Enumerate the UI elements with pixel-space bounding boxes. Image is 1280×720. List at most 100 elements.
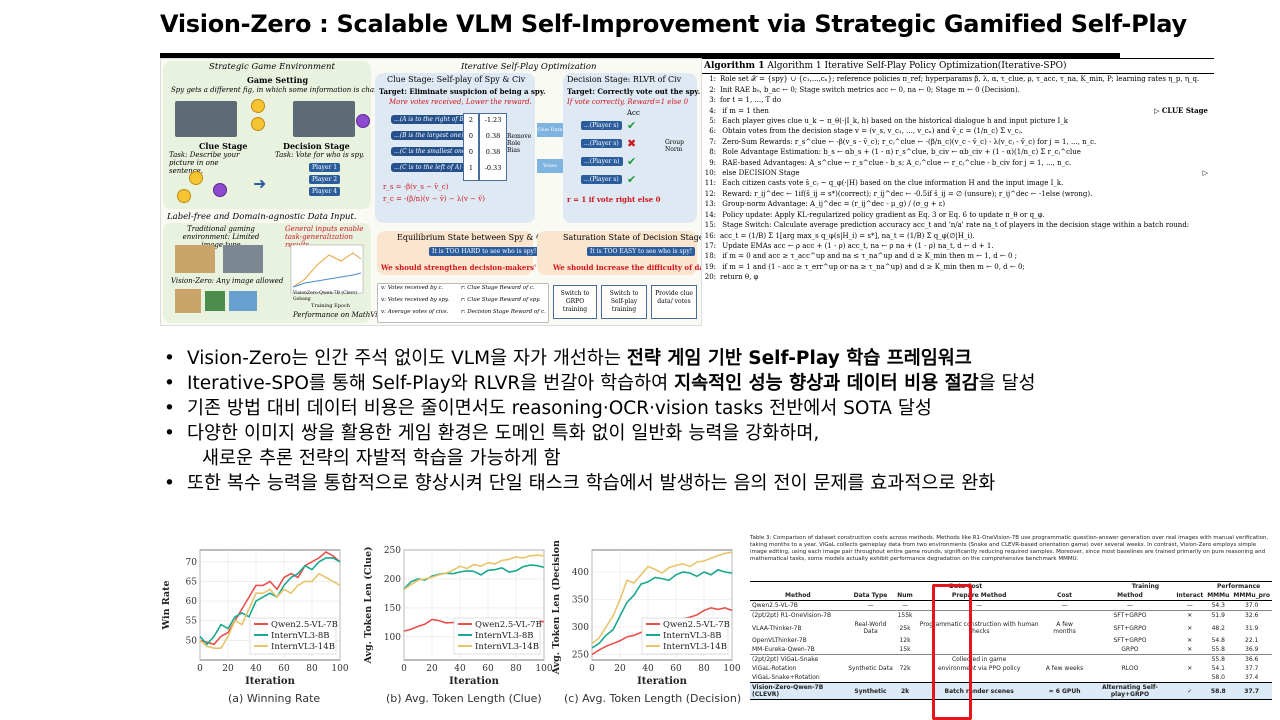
table-cell: 48.2 — [1211, 624, 1225, 632]
table-row: (2pt/2pt) ViGaL-Snake Collected in game 55… — [750, 654, 1272, 664]
table-cell: ✕ — [1174, 610, 1206, 620]
cost-highlight-box — [932, 584, 972, 720]
arrow-right-icon: ➜ — [253, 174, 267, 193]
table-cell: Qwen2.5-VL-7B — [750, 600, 846, 611]
votes-arrow: Votes — [537, 159, 563, 173]
sat-msg: It is TOO EASY to see who is spy! — [587, 247, 696, 256]
switch-grpo-box: Switch to GRPO training — [553, 285, 597, 319]
cost-comparison-table: Table 3: Comparison of dataset construct… — [748, 533, 1276, 715]
table-cell: 36.9 — [1245, 646, 1259, 653]
table-cell: A few weeks — [1045, 665, 1084, 672]
table-cell: 51.9 — [1205, 610, 1232, 620]
x-tick-label: 20 — [222, 664, 234, 674]
table-cell: ✓ — [1174, 682, 1206, 700]
cross-icon: ✖ — [627, 137, 637, 150]
chart-a-caption: (a) Winning Rate — [228, 692, 321, 705]
table-cell: — — [845, 600, 896, 611]
player-vote: ...(Player s) — [581, 175, 622, 184]
table-caption: Table 3: Comparison of dataset construct… — [750, 535, 1269, 562]
rc-column: -1.23 0.38 0.38 -0.33 — [479, 113, 507, 181]
table-cell: 37.4 — [1245, 674, 1259, 681]
x-tick-label: 0 — [197, 664, 203, 674]
legend-label: InternVL3-14B — [663, 642, 727, 652]
table-cell: 72k — [899, 665, 911, 672]
table-cell: 25k — [899, 624, 911, 632]
gobang-board-icon — [175, 245, 215, 273]
table-cell: 31.9 — [1245, 624, 1259, 632]
env-title: Strategic Game Environment — [209, 62, 335, 72]
bullet-dot: • — [164, 423, 175, 444]
player-emoji — [251, 117, 265, 131]
player-box: Player 4 — [309, 187, 341, 196]
y-tick-label: 70 — [186, 558, 198, 568]
legend-item: v: Votes received by c. — [381, 285, 444, 291]
x-tick-label: 100 — [331, 664, 348, 674]
table-cell: 55.8 — [1211, 646, 1225, 653]
table-cell: 37.7 — [1245, 665, 1259, 672]
table-cell — [1086, 673, 1175, 683]
table-cell: ✕ — [1187, 665, 1193, 672]
table-cell: 58.0 — [1211, 674, 1225, 681]
table-cell: SFT+GRPO — [1085, 610, 1175, 620]
bullet-item: • 기존 방법 대비 데이터 비용은 줄이면서도 reasoning·OCR·vi… — [164, 398, 932, 419]
winning-rate-chart: 50 55 60 65 70 0 20 40 60 80 100 Iteration Win Rate Q… — [161, 549, 349, 687]
bullet-item: • 다양한 이미지 쌍을 활용한 게임 환경은 도메인 특화 없이 일반화 능력을… — [164, 423, 820, 444]
x-axis-label: Iteration — [449, 676, 499, 687]
algorithm-line: 20: return θ, φ — [704, 273, 759, 282]
y-tick-label: 200 — [384, 575, 401, 585]
table-cell — [1044, 636, 1086, 645]
algorithm-line: 18: if m = 0 and acc ≥ τ_acc^up and na ≤… — [704, 252, 1018, 261]
algorithm-line: 13: Group-norm Advantage: A_ij^dec = (r_… — [704, 200, 946, 209]
table-cell — [846, 636, 896, 645]
player-emoji — [189, 171, 203, 185]
player-emoji — [251, 99, 265, 113]
clue-item: ...(C is to the left of A) — [391, 163, 465, 172]
legend-label: InternVL3-14B — [475, 642, 539, 652]
player-emoji — [177, 189, 191, 203]
x-tick-label: 0 — [589, 664, 595, 674]
x-axis-label: Iteration — [245, 676, 295, 687]
table-cell: OpenVLThinker-7B — [752, 637, 807, 644]
table-cell: 2k — [895, 682, 915, 700]
y-tick-label: 250 — [384, 546, 401, 556]
eq-title: Equilibrium State between Spy & Civ — [397, 233, 550, 242]
y-axis-label: Avg. Token Len (Decision) — [551, 540, 562, 675]
table-row: ViGaL-Rotation Synthetic Data 72k environme… — [750, 664, 1272, 673]
table-cell: VLAA-Thinker-7B — [752, 624, 802, 632]
table-cell: 32.6 — [1231, 610, 1272, 620]
table-cell: Vision-Zero-Qwen-7B (CLEVR) — [750, 682, 846, 700]
x-tick-label: 20 — [614, 664, 626, 674]
table-cell — [1043, 610, 1086, 620]
legend-item: v: Votes received by spy. — [381, 297, 449, 303]
legend-label: Qwen2.5-VL-7B — [271, 620, 338, 630]
y-tick-label: 300 — [572, 623, 589, 633]
table-cell: 54.3 — [1205, 600, 1232, 611]
table-cell — [1043, 654, 1086, 664]
table-cell — [1085, 654, 1175, 664]
table-cell: (2pt/2pt) ViGaL-Snake — [750, 654, 846, 664]
bullet-item: • Iterative-SPO를 통해 Self-Play와 RLVR을 번갈아 … — [164, 373, 1036, 394]
x-tick-label: 80 — [510, 664, 522, 674]
algorithm-line: 19: if m = 1 and (1 - acc ≥ τ_err^up or … — [704, 262, 1025, 271]
group-header: Performance — [1205, 581, 1272, 591]
y-tick-label: 250 — [572, 651, 589, 661]
switch-selfplay-box: Switch to Self-play training — [601, 285, 647, 319]
check-icon: ✔ — [627, 119, 637, 132]
sat-title: Saturation State of Decision Stage — [563, 233, 702, 242]
table-row: (2pt/2pt) R1-OneVision-7B 155k SFT+GRPO ✕ 51… — [750, 610, 1272, 620]
table-cell: ✕ — [1187, 646, 1193, 653]
table-cell: A few months — [1053, 621, 1076, 635]
table-cell — [846, 645, 896, 655]
y-axis-label: Win Rate — [161, 580, 172, 630]
table-cell: — — [895, 600, 915, 611]
legend-label: InternVL3-8B — [475, 631, 534, 641]
vc-column: 2 0 0 1 — [463, 113, 479, 181]
y-tick-label: 100 — [384, 633, 401, 643]
table-cell — [846, 673, 896, 683]
table-cell: 37.0 — [1231, 600, 1272, 611]
algorithm-line: 17: Update EMAs acc ← ρ acc + (1 - ρ) ac… — [704, 241, 994, 250]
algorithm-block: Algorithm 1 Algorithm 1 Iterative Self-P… — [702, 58, 1214, 324]
algorithm-line: 10: else DECISION Stage ▷ — [704, 169, 1208, 178]
chart-b-caption: (b) Avg. Token Length (Clue) — [386, 692, 542, 705]
decision-red: If vote correctly, Reward=1 else 0 — [567, 98, 689, 106]
